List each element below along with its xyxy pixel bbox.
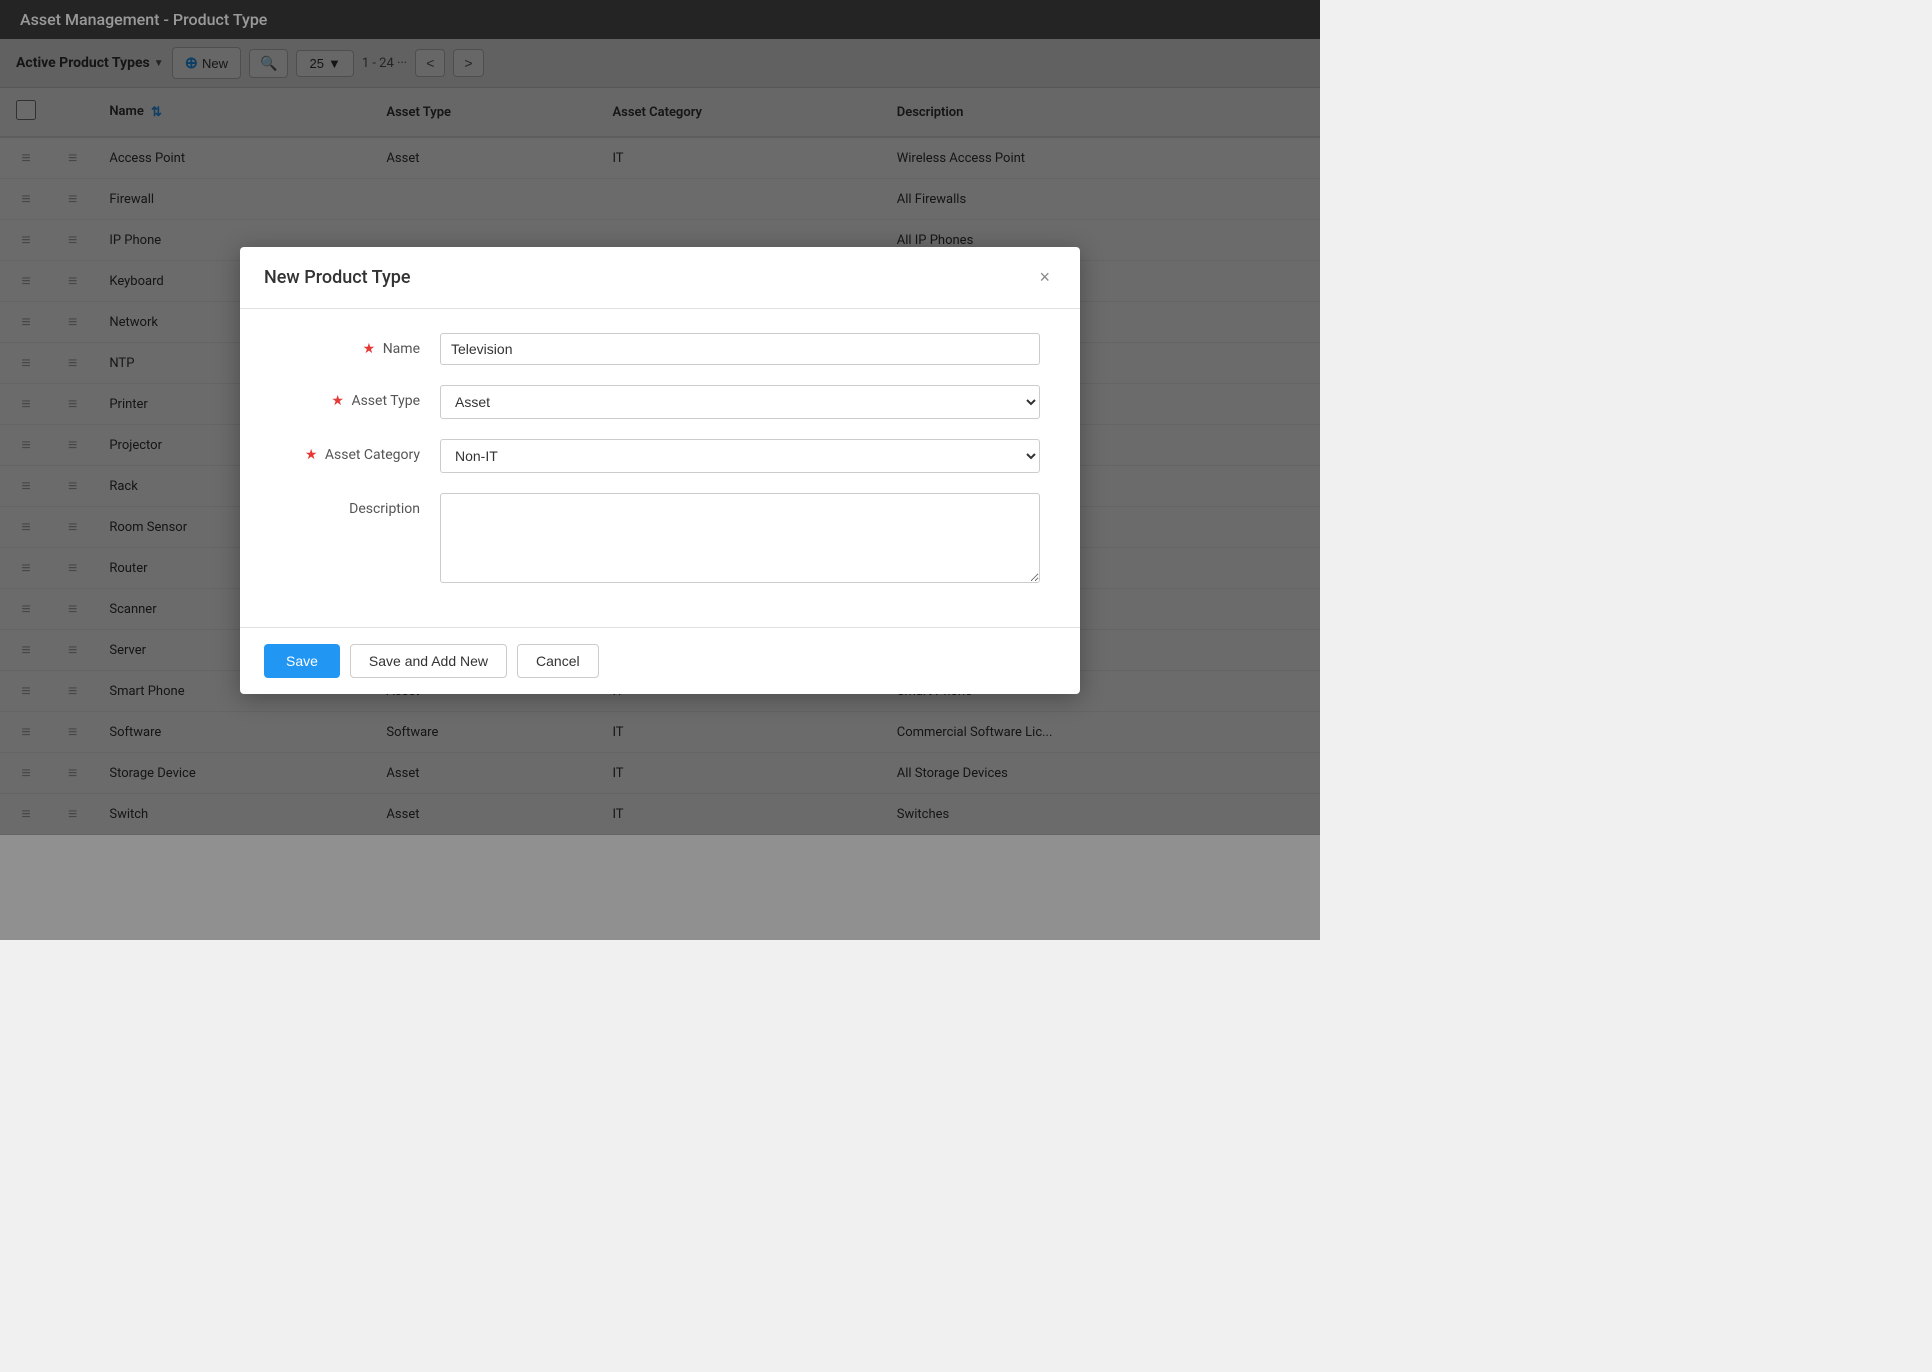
modal-footer: Save Save and Add New Cancel [240,627,1080,694]
modal-close-button[interactable]: × [1033,265,1056,290]
save-button[interactable]: Save [264,644,340,678]
asset-type-label: ★ Asset Type [280,385,420,409]
description-label: Description [280,493,420,517]
asset-type-required-indicator: ★ [331,393,344,409]
modal-overlay: New Product Type × ★ Name ★ Asset Type A [0,0,1320,940]
asset-category-select[interactable]: ITNon-ITOther [440,439,1040,473]
asset-type-form-row: ★ Asset Type AssetSoftwareService [280,385,1040,419]
modal-title: New Product Type [264,267,411,288]
name-label: ★ Name [280,333,420,357]
name-required-indicator: ★ [363,341,376,357]
asset-category-label: ★ Asset Category [280,439,420,463]
new-product-type-modal: New Product Type × ★ Name ★ Asset Type A [240,247,1080,694]
name-input[interactable] [440,333,1040,365]
asset-type-select[interactable]: AssetSoftwareService [440,385,1040,419]
description-form-row: Description [280,493,1040,583]
description-textarea[interactable] [440,493,1040,583]
save-and-add-new-button[interactable]: Save and Add New [350,644,507,678]
asset-category-required-indicator: ★ [305,447,318,463]
modal-header: New Product Type × [240,247,1080,309]
cancel-button[interactable]: Cancel [517,644,599,678]
name-form-row: ★ Name [280,333,1040,365]
modal-body: ★ Name ★ Asset Type AssetSoftwareService… [240,309,1080,627]
asset-category-form-row: ★ Asset Category ITNon-ITOther [280,439,1040,473]
